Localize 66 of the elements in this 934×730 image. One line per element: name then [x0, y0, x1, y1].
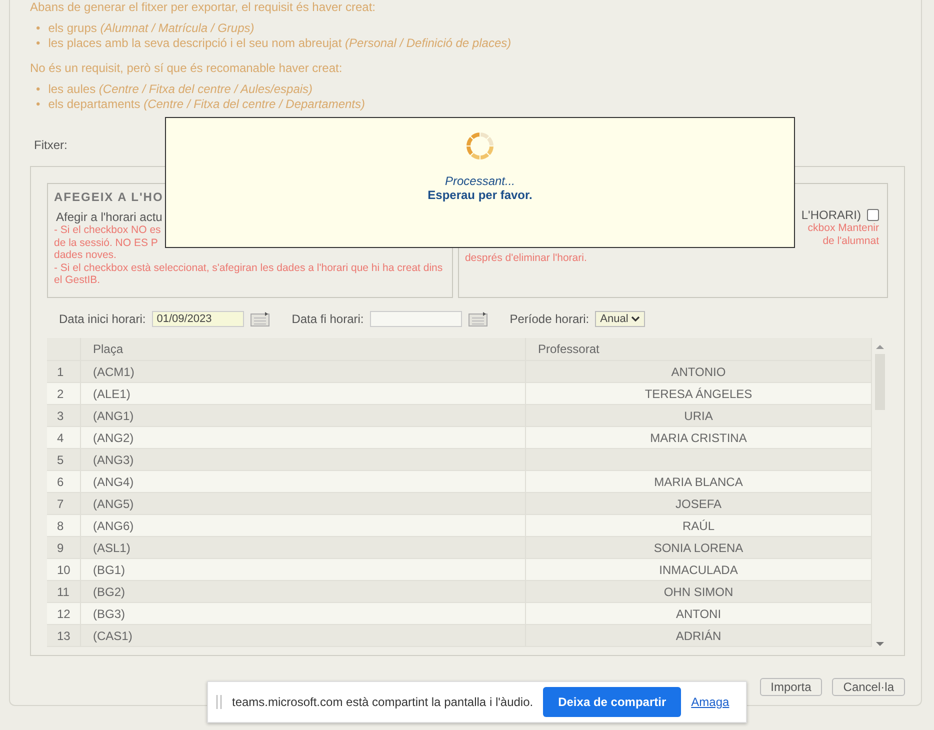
table-cell: RAÚL — [682, 518, 714, 532]
note-text: ckbox Mantenir — [808, 222, 879, 234]
row-number: 4 — [47, 427, 81, 448]
bullet: • — [36, 97, 40, 112]
share-message: teams.microsoft.com està compartint la pantalla i l'àudio. — [232, 695, 534, 709]
requirement-item: les places amb la seva descripció i el seu nom abreujat (Personal / Definició de places) — [48, 36, 512, 51]
note-text: - Si el checkbox està seleccionat, s'afegiran les dades a l'horari que hi ha creat dins el GestIB. — [54, 262, 444, 286]
row-number: 1 — [47, 361, 81, 382]
row-number: 3 — [47, 405, 81, 426]
column-header: Plaça — [81, 338, 526, 360]
table-cell: INMACULADA — [659, 562, 738, 576]
table-cell: (CAS1) — [81, 625, 526, 646]
end-date-label: Data fi horari: — [292, 312, 364, 326]
row-number: 9 — [47, 537, 81, 558]
recommendation-heading: No és un requisit, però sí que és recomanable haver creat: — [30, 61, 342, 75]
row-number: 12 — [47, 603, 81, 624]
row-number: 6 — [47, 471, 81, 492]
dialog-message: Esperau per favor. — [428, 188, 532, 202]
row-number: 2 — [47, 383, 81, 404]
table-cell: URIA — [684, 408, 713, 422]
table-cell: TERESA ÁNGELES — [644, 386, 752, 400]
note-text: - Si el checkbox NO es — [54, 224, 161, 236]
bullet: • — [36, 82, 40, 97]
table-cell: ANTONI — [676, 606, 722, 620]
table-cell: (ANG6) — [81, 515, 526, 536]
bullet: • — [36, 21, 40, 36]
row-number: 11 — [47, 581, 81, 602]
table-cell: ANTONIO — [671, 364, 726, 378]
intro-heading: Abans de generar el fitxer per exportar, el requisit és haver creat: — [30, 0, 377, 15]
note-text: després d'eliminar l'horari. — [464, 252, 587, 264]
note-text: de l'alumnat — [822, 234, 879, 247]
recommendation-item: els departaments (Centre / Fitxa del centre / Departaments) — [48, 97, 366, 112]
row-number: 13 — [47, 625, 81, 646]
dialog-title: Processant... — [444, 174, 516, 188]
table-cell: (ALE1) — [81, 383, 526, 404]
row-number: 8 — [47, 515, 81, 536]
table-cell: (BG1) — [81, 559, 526, 580]
table-cell: (ANG3) — [81, 449, 526, 470]
start-date-label: Data inici horari: — [59, 312, 146, 326]
table-cell: (ANG5) — [81, 493, 526, 514]
table-cell: MARIA BLANCA — [654, 474, 743, 488]
table-cell: (ANG1) — [81, 405, 526, 426]
keep-label: L'HORARI) — [801, 208, 861, 222]
table-cell: (ANG4) — [81, 471, 526, 492]
note-text: de la sessió. NO ES P — [54, 236, 158, 249]
row-number: 7 — [47, 493, 81, 514]
table-cell: MARIA CRISTINA — [650, 430, 747, 444]
row-number: 10 — [47, 559, 81, 580]
table-cell: JOSEFA — [675, 496, 722, 510]
table-cell: SONIA LORENA — [654, 540, 744, 554]
bullet: • — [36, 36, 40, 51]
file-label: Fitxer: — [34, 138, 68, 152]
requirement-item: els grups (Alumnat / Matrícula / Grups) — [48, 21, 254, 36]
recommendation-item: les aules (Centre / Fitxa del centre / Aules/espais) — [48, 82, 313, 97]
table-cell: OHN SIMON — [664, 584, 734, 598]
table-cell: (BG3) — [81, 603, 526, 624]
note-text: dades noves. — [54, 249, 116, 262]
table-cell: (ASL1) — [81, 537, 526, 558]
fieldset-legend: AFEGEIX A L'HO — [54, 190, 164, 204]
period-label: Període horari: — [510, 312, 590, 326]
row-number: 5 — [47, 449, 81, 470]
add-label: Afegir a l'horari actu — [56, 210, 162, 224]
table-cell: (ACM1) — [81, 361, 526, 382]
table-cell: (BG2) — [81, 581, 526, 602]
table-cell: ADRIÁN — [676, 628, 722, 642]
table-cell: (ANG2) — [81, 427, 526, 448]
